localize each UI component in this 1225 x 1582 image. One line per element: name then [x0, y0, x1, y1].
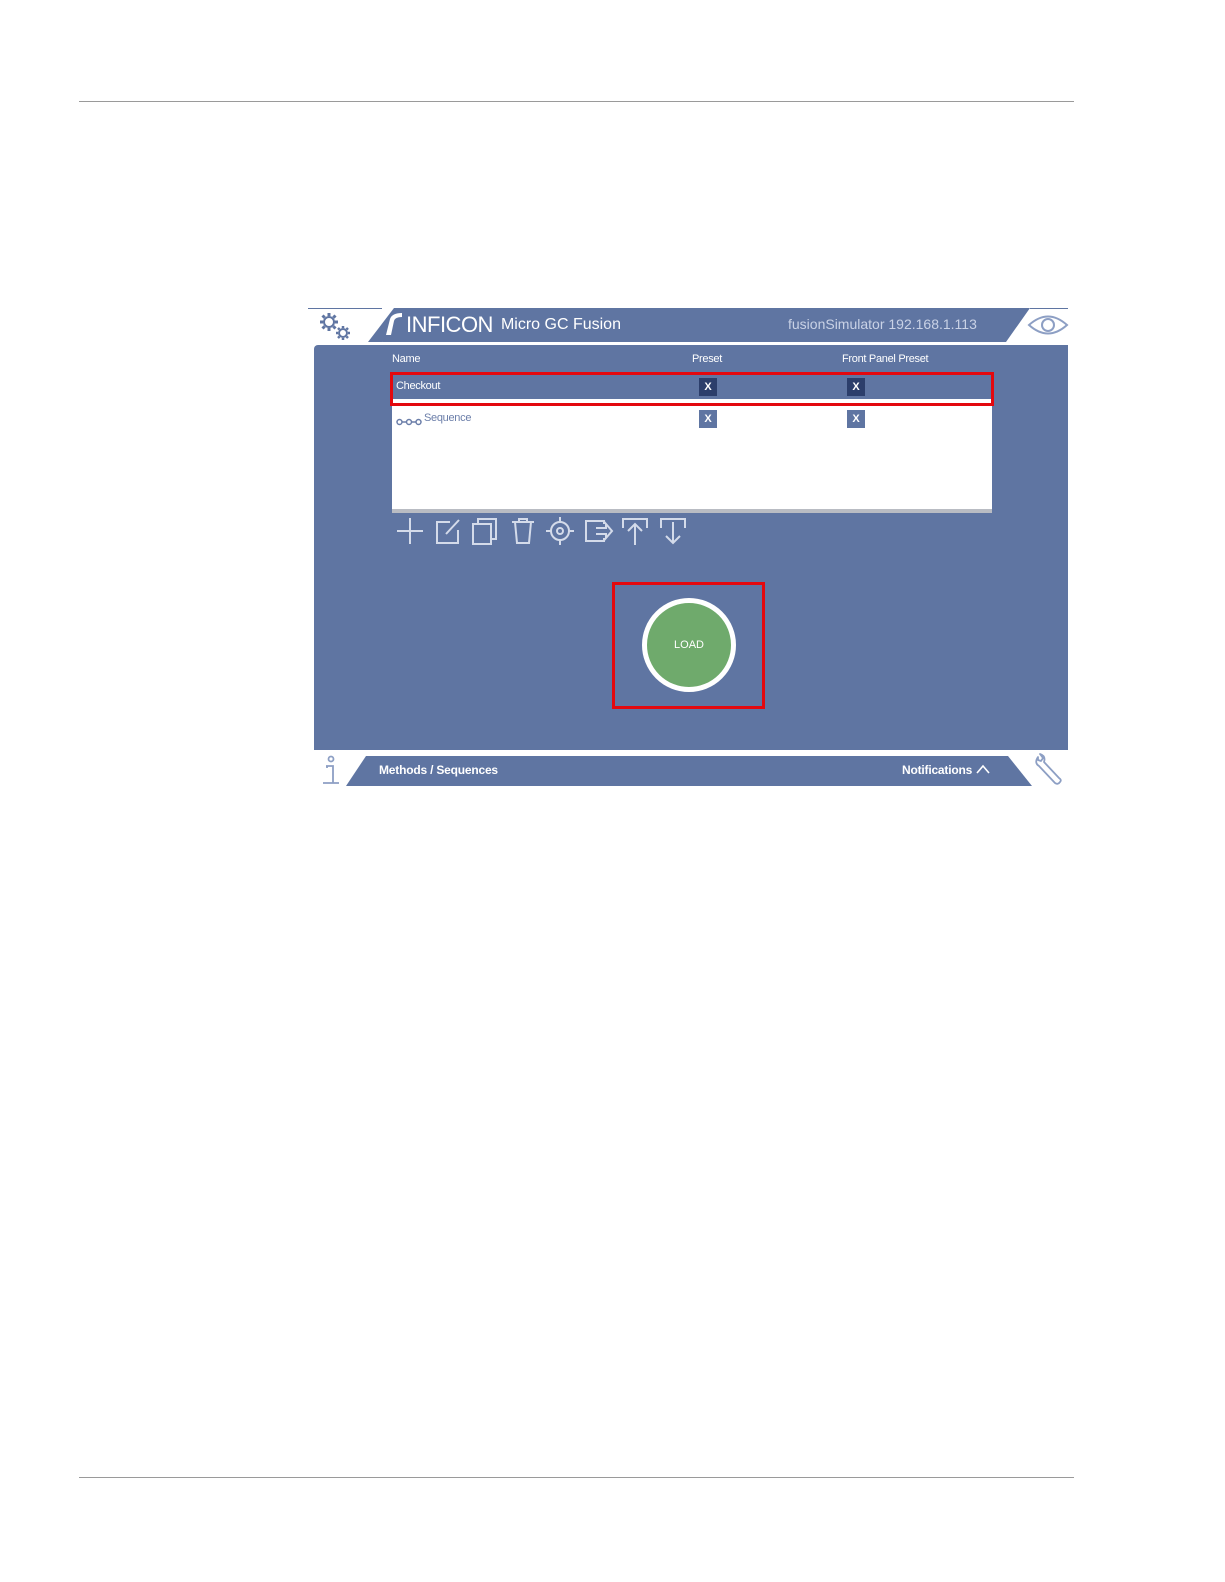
copy-icon[interactable]: [469, 516, 507, 546]
brand-logo: INFICON Micro GC Fusion: [382, 310, 621, 340]
app-window: INFICON Micro GC Fusion fusionSimulator …: [308, 308, 1070, 788]
front-panel-preset-checkbox[interactable]: X: [847, 410, 865, 428]
preset-checkbox[interactable]: X: [699, 410, 717, 428]
column-header-front-panel-preset: Front Panel Preset: [842, 353, 929, 365]
notifications-label: Notifications: [902, 763, 973, 777]
row-name: Sequence: [424, 412, 472, 424]
target-icon[interactable]: [544, 516, 582, 546]
delete-icon[interactable]: [507, 516, 545, 546]
highlight-selected-row: [390, 372, 994, 406]
table-row-sequence[interactable]: Sequence X X: [392, 407, 992, 431]
download-icon[interactable]: [657, 516, 695, 546]
eye-view-icon[interactable]: [1026, 312, 1070, 343]
column-header-preset: Preset: [692, 353, 722, 365]
product-name: Micro GC Fusion: [500, 316, 621, 333]
sequence-icon: [396, 414, 422, 432]
host-address: fusionSimulator 192.168.1.113: [788, 316, 977, 332]
page-top-rule: [79, 101, 1074, 102]
wrench-icon[interactable]: [1032, 753, 1064, 792]
brand-name: INFICON: [406, 312, 493, 337]
inficon-swoosh-icon: [382, 311, 404, 340]
edit-icon[interactable]: [432, 516, 470, 546]
toolbar: [394, 516, 694, 546]
page-bottom-rule: [79, 1477, 1074, 1478]
upload-icon[interactable]: [619, 516, 657, 546]
chevron-up-icon: [976, 763, 990, 777]
column-header-name: Name: [392, 353, 421, 365]
notifications-toggle[interactable]: Notifications: [902, 763, 990, 777]
info-icon[interactable]: [320, 755, 342, 792]
footer-methods-sequences[interactable]: Methods / Sequences: [379, 763, 498, 777]
settings-gears-icon[interactable]: [318, 311, 354, 348]
add-icon[interactable]: [394, 516, 432, 546]
load-button[interactable]: LOAD: [642, 598, 736, 692]
export-icon[interactable]: [582, 516, 620, 546]
